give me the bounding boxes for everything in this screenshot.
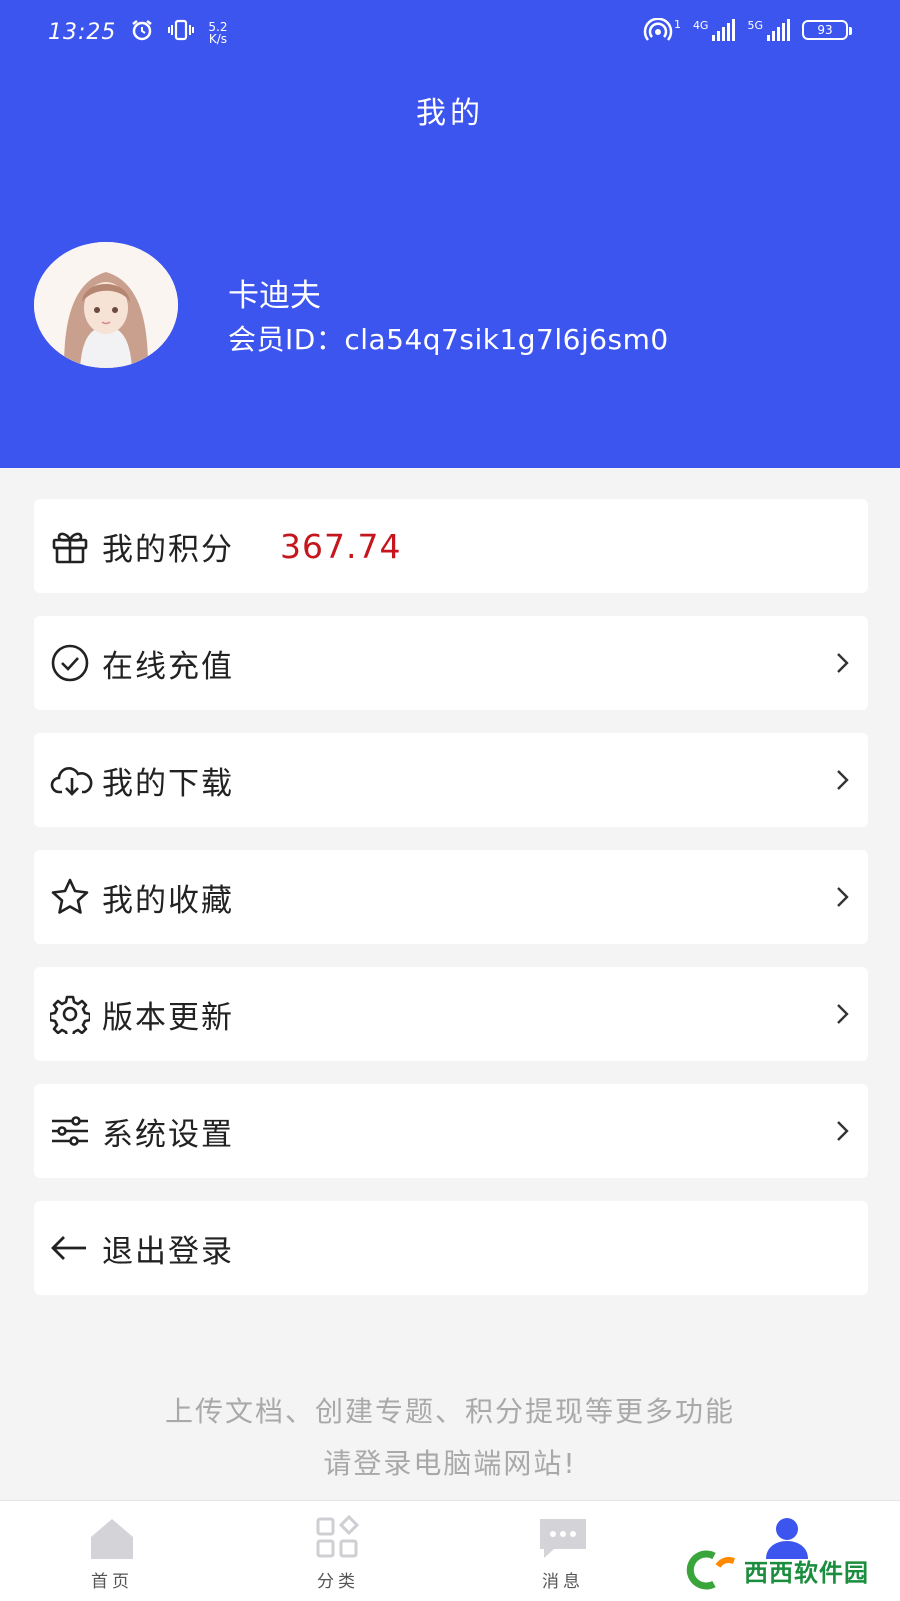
logout-button[interactable]: 退出登录 xyxy=(34,1201,868,1295)
status-bar: 13:25 5.2 K/s 1 4G 5G 93 xyxy=(0,0,900,70)
chat-icon xyxy=(540,1519,586,1558)
menu-item-recharge[interactable]: 在线充值 xyxy=(34,616,868,710)
alarm-icon xyxy=(130,18,154,47)
check-circle-icon xyxy=(50,643,90,683)
cr-logo-icon xyxy=(686,1550,735,1590)
menu-item-label: 我的收藏 xyxy=(102,882,234,919)
menu-item-downloads[interactable]: 我的下载 xyxy=(34,733,868,827)
menu-item-label: 在线充值 xyxy=(102,648,234,685)
member-id: 会员ID：cla54q7sik1g7l6j6sm0 xyxy=(228,323,669,356)
menu-item-favorites[interactable]: 我的收藏 xyxy=(34,850,868,944)
desktop-hint-line1: 上传文档、创建专题、积分提现等更多功能 xyxy=(164,1395,735,1428)
chevron-right-icon xyxy=(834,1117,852,1145)
menu-item-label: 我的下载 xyxy=(102,765,234,802)
menu-item-update[interactable]: 版本更新 xyxy=(34,967,868,1061)
menu-item-settings[interactable]: 系统设置 xyxy=(34,1084,868,1178)
user-name: 卡迪夫 xyxy=(228,278,321,314)
watermark-logo: 西西软件园 xyxy=(684,1548,896,1592)
gift-icon xyxy=(50,526,90,566)
tab-category[interactable]: 分类 xyxy=(278,1501,398,1601)
logout-label: 退出登录 xyxy=(102,1233,234,1270)
chevron-right-icon xyxy=(834,766,852,794)
signal-sim2-icon: 5G xyxy=(747,19,790,41)
chevron-right-icon xyxy=(834,649,852,677)
cloud-download-icon xyxy=(50,760,93,800)
gear-icon xyxy=(48,994,92,1039)
chevron-right-icon xyxy=(834,883,852,911)
avatar[interactable] xyxy=(34,242,178,368)
points-label: 我的积分 xyxy=(102,531,234,568)
signal-sim1-icon: 4G xyxy=(693,19,736,41)
tab-messages[interactable]: 消息 xyxy=(503,1501,623,1601)
hotspot-icon: 1 xyxy=(642,18,681,42)
profile-header: 13:25 5.2 K/s 1 4G 5G 93 我的 卡迪夫 会员ID：cla… xyxy=(0,0,900,468)
desktop-hint-line2: 请登录电脑端网站! xyxy=(323,1447,577,1480)
star-icon xyxy=(50,877,90,917)
network-speed: 5.2 K/s xyxy=(208,19,228,46)
battery-icon: 93 xyxy=(802,20,852,40)
watermark-brand: 西西软件园 xyxy=(744,1558,869,1587)
grid-icon xyxy=(316,1515,360,1558)
tab-home[interactable]: 首页 xyxy=(52,1501,172,1601)
points-card[interactable]: 我的积分 367.74 xyxy=(34,499,868,593)
menu-item-label: 系统设置 xyxy=(102,1116,234,1153)
clock: 13:25 xyxy=(48,20,117,45)
arrow-left-icon xyxy=(50,1228,90,1268)
vibrate-icon xyxy=(168,19,195,46)
sliders-icon xyxy=(50,1111,90,1151)
points-value: 367.74 xyxy=(280,526,402,566)
home-icon xyxy=(91,1519,133,1559)
menu-item-label: 版本更新 xyxy=(102,999,234,1036)
page-title: 我的 xyxy=(416,96,484,131)
chevron-right-icon xyxy=(834,1000,852,1028)
